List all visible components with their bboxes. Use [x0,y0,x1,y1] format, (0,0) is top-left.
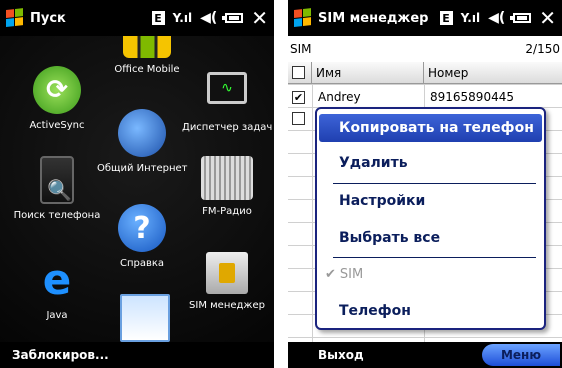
close-icon[interactable]: ✕ [539,8,556,28]
app-label: Java [46,310,68,321]
menu-separator [333,183,536,184]
window-title: Пуск [30,10,66,26]
app-label: Поиск телефона [13,210,101,221]
softkey-lock[interactable]: Заблокиров... [12,348,109,362]
fm-radio-icon [201,156,253,200]
checkmark-icon: ✔ [292,91,305,104]
windows-flag-icon[interactable] [6,8,24,28]
menu-item-phone[interactable]: Телефон [319,297,542,325]
window-title: SIM менеджер [318,10,429,26]
storage-header: SIM 2/150 [288,36,562,62]
windows-flag-icon[interactable] [294,8,312,28]
softkey-bar: Выход Меню [288,342,562,368]
java-icon: e [42,255,72,304]
app-label: FM-Радио [202,206,252,217]
storage-label: SIM [290,42,312,56]
menu-item-copy-to-phone[interactable]: Копировать на телефон [319,114,542,142]
app-help[interactable]: ? Справка [97,204,187,269]
row-checkbox[interactable] [288,112,312,128]
speaker-icon[interactable]: ◀( [200,10,217,26]
app-label: Office Mobile [114,64,180,75]
contact-name: Andrey [318,90,361,104]
app-sim-manager[interactable]: SIM менеджер [182,252,272,311]
app-label: Общий Интернет [97,163,188,174]
context-menu: Копировать на телефон Удалить Настройки … [315,107,546,330]
app-activesync[interactable]: ⟳ ActiveSync [12,66,102,131]
row-checkbox[interactable]: ✔ [288,90,312,104]
softkey-exit[interactable]: Выход [318,348,364,362]
table-row[interactable]: ✔ Andrey 89165890445 [288,86,562,108]
contact-number: 89165890445 [430,90,514,104]
column-header-name[interactable]: Имя [312,62,424,83]
start-screen: Пуск E Y.ıl ◀( ✕ Office Mobile ⟳ ActiveS… [0,0,274,368]
edge-icon: E [439,11,453,25]
help-icon: ? [118,204,166,252]
menu-item-select-all[interactable]: Выбрать все [319,224,542,252]
internet-sharing-icon [118,109,166,157]
app-java[interactable]: e Java [12,255,102,322]
battery-icon[interactable] [222,13,244,23]
app-label: Диспетчер задач [182,122,273,133]
app-label: Справка [119,258,165,269]
activesync-icon: ⟳ [33,66,81,114]
menu-item-sim-label: SIM [339,266,364,282]
app-label: ActiveSync [29,120,85,131]
signal-icon[interactable]: Y.ıl [461,11,481,25]
softkey-bar: Заблокиров... [0,342,274,368]
edge-icon: E [151,11,165,25]
app-internet-sharing[interactable]: Общий Интернет [97,109,188,174]
check-icon: ✔ [325,266,336,282]
app-task-manager[interactable]: ∿ Диспетчер задач [182,66,272,133]
table-header: Имя Номер [288,62,562,84]
title-bar: SIM менеджер E Y.ıl ◀( ✕ [288,0,562,36]
menu-item-sim[interactable]: ✔ SIM [319,260,542,288]
task-manager-icon: ∿ [207,72,247,104]
menu-item-settings[interactable]: Настройки [319,187,542,215]
app-office-mobile[interactable]: Office Mobile [102,36,192,75]
speaker-icon[interactable]: ◀( [488,10,505,26]
battery-icon[interactable] [510,13,532,23]
contact-count: 2/150 [525,42,560,56]
close-icon[interactable]: ✕ [251,8,268,28]
sim-manager-icon [206,252,248,294]
office-mobile-icon [123,36,171,58]
sim-manager-screen: SIM менеджер E Y.ıl ◀( ✕ SIM 2/150 Имя Н… [288,0,562,368]
app-label: SIM менеджер [189,300,265,311]
select-all-checkbox[interactable] [288,62,312,83]
app-fm-radio[interactable]: FM-Радио [182,156,272,217]
column-header-number[interactable]: Номер [424,62,562,83]
app-partial[interactable] [100,294,190,348]
menu-item-delete[interactable]: Удалить [319,149,542,177]
title-bar: Пуск E Y.ıl ◀( ✕ [0,0,274,36]
app-search-phone[interactable]: 🔍 Поиск телефона [12,156,102,221]
softkey-menu[interactable]: Меню [482,344,560,366]
app-grid: Office Mobile ⟳ ActiveSync ∿ Диспетчер з… [0,36,274,342]
signal-icon[interactable]: Y.ıl [173,11,193,25]
search-phone-icon: 🔍 [40,156,74,204]
menu-separator [333,257,536,258]
window-icon [120,294,170,342]
